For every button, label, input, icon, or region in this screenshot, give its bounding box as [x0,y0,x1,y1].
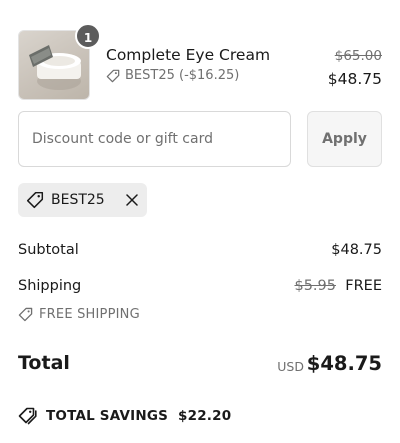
discount-code-input[interactable] [18,111,291,167]
subtotal-label: Subtotal [18,242,79,258]
total-amount: $48.75 [306,352,382,375]
product-discount-label: BEST25 (-$16.25) [125,68,240,83]
savings-amount: $22.20 [178,408,232,424]
applied-discount-tag: BEST25 [18,183,147,217]
shipping-original-price: $5.95 [294,278,336,294]
total-row: Total USD $48.75 [18,352,382,382]
product-discount: BEST25 (-$16.25) [106,68,239,83]
discount-form: Apply [18,111,382,167]
tags-icon [18,407,37,425]
tag-icon [26,191,44,209]
shipping-row: Shipping $5.95 FREE [18,278,382,298]
original-price: $65.00 [334,48,382,64]
subtotal-row: Subtotal $48.75 [18,242,382,262]
savings-label: TOTAL SAVINGS [46,408,169,424]
shipping-discount-note: FREE SHIPPING [18,307,140,322]
tag-icon [18,307,33,322]
shipping-label: Shipping [18,278,82,294]
total-label: Total [18,352,70,374]
product-thumbnail: 1 [18,23,101,100]
product-name: Complete Eye Cream [106,46,271,64]
remove-discount-button[interactable] [125,193,139,207]
close-icon [126,194,138,206]
quantity-badge: 1 [75,23,101,49]
line-item: 1 Complete Eye Cream BEST25 (-$16.25) $6… [18,23,382,100]
applied-discount-code: BEST25 [51,192,105,208]
tag-icon [106,69,120,82]
subtotal-value: $48.75 [331,242,382,258]
shipping-value: FREE [345,278,382,294]
currency-code: USD [277,359,304,374]
total-savings: TOTAL SAVINGS $22.20 [18,407,231,425]
apply-button[interactable]: Apply [307,111,382,167]
shipping-note-label: FREE SHIPPING [39,307,140,322]
final-price: $48.75 [327,70,382,88]
